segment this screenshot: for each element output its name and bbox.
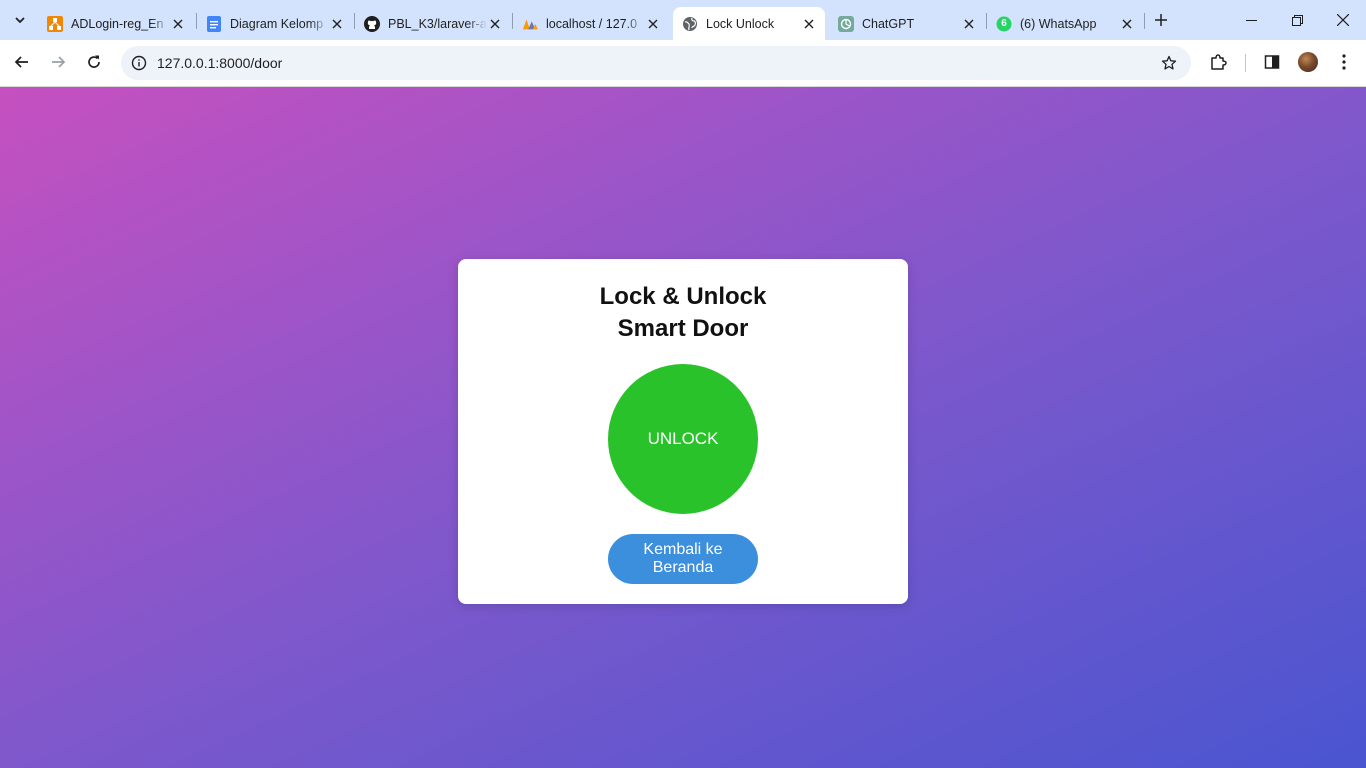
phpmyadmin-icon [522,16,538,32]
drawio-icon [47,15,63,32]
tab-lock-unlock[interactable]: Lock Unlock [673,7,825,40]
puzzle-icon [1211,54,1227,70]
whatsapp-badge: 6 [1001,17,1007,29]
back-to-home-button[interactable]: Kembali ke Beranda [608,534,758,584]
arrow-right-icon [52,56,66,68]
kebab-menu-icon [1342,54,1346,70]
google-docs-icon [206,15,222,32]
profile-avatar[interactable] [1298,52,1318,72]
tab-title: Diagram Kelomp [230,16,324,31]
tab-adlogin[interactable]: ADLogin-reg_En [38,7,194,40]
page-title: Lock & Unlock Smart Door [458,281,908,345]
close-icon[interactable] [170,16,186,32]
address-bar[interactable]: 127.0.0.1:8000/door [121,46,1191,80]
door-control-card: Lock & Unlock Smart Door UNLOCK Kembali … [458,259,908,604]
back-button[interactable] [8,48,36,76]
forward-button[interactable] [44,48,72,76]
url-text[interactable]: 127.0.0.1:8000/door [157,55,282,71]
page-background: Lock & Unlock Smart Door UNLOCK Kembali … [0,87,1366,768]
bookmark-star-icon[interactable] [1159,53,1179,73]
close-icon[interactable] [487,16,503,32]
close-icon[interactable] [329,16,345,32]
reload-icon [88,55,100,68]
restore-button[interactable] [1274,0,1320,40]
plus-icon [1155,14,1167,26]
close-icon[interactable] [1119,16,1135,32]
tab-separator [1144,13,1145,29]
chatgpt-icon [838,15,854,32]
tab-search-button[interactable] [8,8,32,32]
tab-title: ChatGPT [862,16,915,31]
close-icon[interactable] [645,16,661,32]
github-icon [364,15,380,32]
arrow-left-icon [14,56,28,68]
title-line-1: Lock & Unlock [599,283,767,310]
toolbar-divider [1245,54,1246,72]
reload-button[interactable] [80,48,108,76]
unlock-button[interactable]: UNLOCK [608,364,758,514]
globe-icon [682,16,698,32]
minimize-icon [1245,19,1257,21]
close-icon[interactable] [801,16,817,32]
tab-github[interactable]: PBL_K3/laraver-a [355,7,511,40]
chevron-down-icon [15,17,25,24]
tab-diagram[interactable]: Diagram Kelomp [197,7,353,40]
close-icon [1337,14,1349,26]
close-icon[interactable] [961,16,977,32]
title-line-2: Smart Door [617,315,749,342]
new-tab-button[interactable] [1150,9,1172,31]
tab-title: PBL_K3/laraver-a [388,16,487,31]
site-info-icon[interactable] [129,53,149,73]
whatsapp-icon: 6 [996,16,1012,32]
tab-title: localhost / 127.0 [546,16,638,31]
tab-whatsapp[interactable]: 6 (6) WhatsApp [987,7,1143,40]
restore-icon [1291,14,1303,26]
tab-phpmyadmin[interactable]: localhost / 127.0 [513,7,669,40]
tab-strip: ADLogin-reg_En Diagram Kelomp PBL_K3/lar… [0,0,1366,40]
side-panel-button[interactable] [1258,48,1286,76]
tab-title: Lock Unlock [706,16,775,31]
tab-title: ADLogin-reg_En [71,16,164,31]
tab-title: (6) WhatsApp [1020,16,1097,31]
extensions-button[interactable] [1204,48,1232,76]
minimize-button[interactable] [1228,0,1274,40]
menu-button[interactable] [1330,48,1358,76]
browser-toolbar: 127.0.0.1:8000/door [0,40,1366,87]
tab-chatgpt[interactable]: ChatGPT [829,7,985,40]
side-panel-icon [1264,55,1280,69]
close-window-button[interactable] [1320,0,1366,40]
